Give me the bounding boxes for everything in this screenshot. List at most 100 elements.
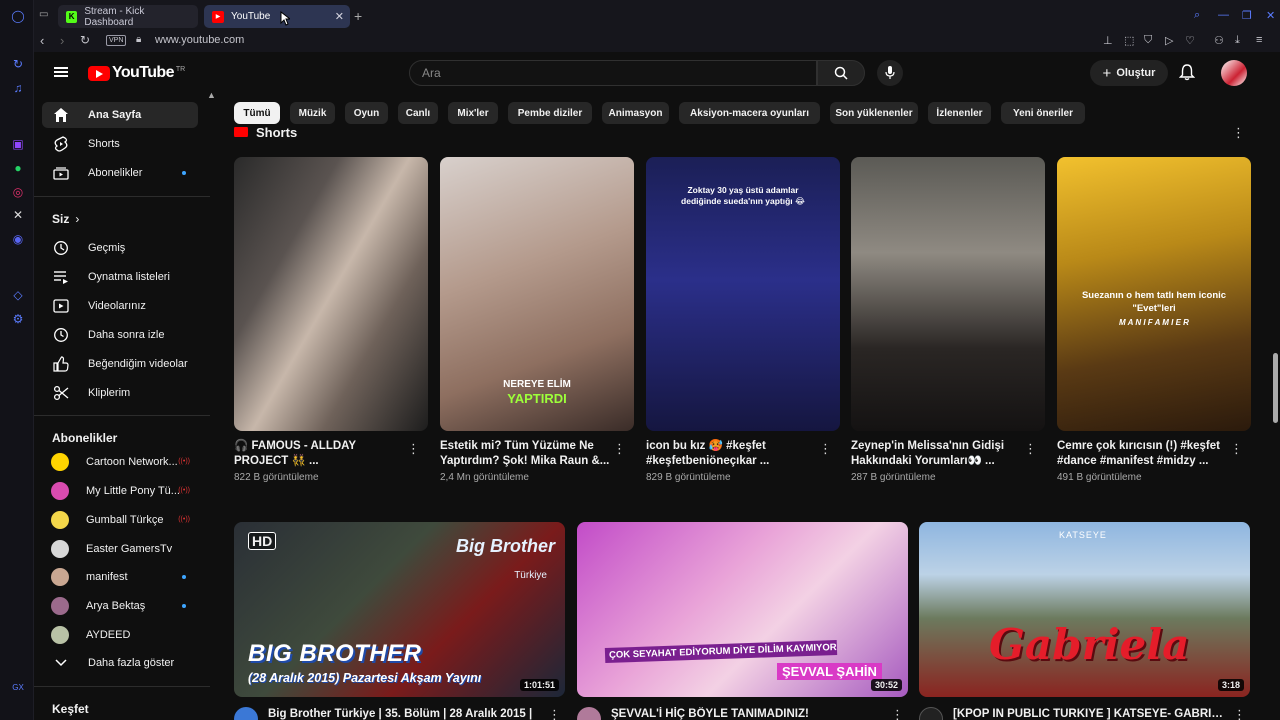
hamburger-menu-icon[interactable] bbox=[54, 67, 68, 77]
sidebar-item-home[interactable]: Ana Sayfa bbox=[42, 102, 198, 128]
shorts-more-icon[interactable]: ⋮ bbox=[1232, 125, 1245, 141]
sidebar-sub-channel[interactable]: My Little Pony Tü... ((•)) bbox=[42, 478, 198, 504]
chip[interactable]: Oyun bbox=[345, 102, 388, 124]
sidebar-item-your-videos[interactable]: Videolarınız bbox=[42, 293, 198, 319]
short-title[interactable]: Cemre çok kırıcısın (!) #keşfet #dance #… bbox=[1057, 439, 1229, 469]
account-icon[interactable]: ⚇ bbox=[1214, 34, 1224, 47]
short-card[interactable]: 🎧 FAMOUS - ALLDAY PROJECT 👯 ... 822 B gö… bbox=[234, 157, 428, 483]
video-card[interactable]: ÇOK SEYAHAT EDİYORUM DİYE DİLİM KAYMIYOR… bbox=[577, 522, 908, 720]
download-icon[interactable]: ⤓ bbox=[1235, 34, 1240, 47]
settings-icon[interactable]: ⚙ bbox=[10, 311, 26, 327]
chip[interactable]: Animasyon bbox=[602, 102, 669, 124]
minimize-icon[interactable]: — bbox=[1218, 9, 1229, 21]
more-options-icon[interactable]: ⋮ bbox=[1230, 441, 1243, 457]
short-thumbnail[interactable]: Suezanın o hem tatlı hem iconic "Evet"le… bbox=[1057, 157, 1251, 431]
chip[interactable]: Mix'ler bbox=[448, 102, 498, 124]
more-options-icon[interactable]: ⋮ bbox=[548, 707, 561, 720]
extensions-panel-icon[interactable]: ◇ bbox=[10, 287, 26, 303]
search-input[interactable] bbox=[410, 61, 816, 85]
sidebar-sub-channel[interactable]: manifest bbox=[42, 564, 198, 590]
player-play-icon[interactable]: ▷ bbox=[1165, 34, 1173, 47]
video-card[interactable]: HD Big Brother Türkiye BIG BROTHER (28 A… bbox=[234, 522, 565, 720]
more-options-icon[interactable]: ⋮ bbox=[613, 441, 626, 457]
video-title[interactable]: [KPOP IN PUBLIC TURKIYE ] KATSEYE- GABRI… bbox=[953, 707, 1223, 720]
snapshot-icon[interactable]: ⬚ bbox=[1124, 34, 1134, 47]
short-card[interactable]: Suezanın o hem tatlı hem iconic "Evet"le… bbox=[1057, 157, 1251, 483]
chip[interactable]: Müzik bbox=[290, 102, 335, 124]
lock-icon[interactable]: 🔒︎ bbox=[136, 34, 141, 45]
account-avatar[interactable] bbox=[1221, 60, 1247, 86]
maximize-icon[interactable]: ❐ bbox=[1242, 9, 1252, 22]
video-title[interactable]: Big Brother Türkiye | 35. Bölüm | 28 Ara… bbox=[268, 707, 538, 720]
sidebar-item-history[interactable]: Geçmiş bbox=[42, 235, 198, 261]
close-window-icon[interactable]: ✕ bbox=[1266, 9, 1275, 22]
sidebar-sub-channel[interactable]: Gumball Türkçe ((•)) bbox=[42, 507, 198, 533]
chip[interactable]: Canlı bbox=[398, 102, 438, 124]
tab-close-icon[interactable]: ✕ bbox=[335, 10, 344, 23]
sidebar-item-playlists[interactable]: Oynatma listeleri bbox=[42, 264, 198, 290]
tab-youtube[interactable]: ▶ YouTube ✕ bbox=[204, 5, 350, 28]
back-icon[interactable]: ‹ bbox=[40, 33, 44, 48]
create-button[interactable]: + Oluştur bbox=[1090, 60, 1168, 86]
sidebar-scroll-up-icon[interactable]: ▲ bbox=[207, 90, 216, 100]
chip[interactable]: Son yüklenenler bbox=[830, 102, 918, 124]
workspaces-icon[interactable]: ▭ bbox=[39, 9, 48, 20]
instagram-icon[interactable]: ◎ bbox=[10, 184, 26, 200]
video-card[interactable]: KATSEYE Gabriela 3:18 [KPOP IN PUBLIC TU… bbox=[919, 522, 1250, 720]
short-thumbnail[interactable]: Zoktay 30 yaş üstü adamlar dediğinde sue… bbox=[646, 157, 840, 431]
short-title[interactable]: icon bu kız 🥵 #keşfet #keşfetbeniöneçıka… bbox=[646, 439, 818, 469]
video-thumbnail[interactable]: ÇOK SEYAHAT EDİYORUM DİYE DİLİM KAYMIYOR… bbox=[577, 522, 908, 697]
player-icon[interactable]: ♫ bbox=[10, 80, 26, 96]
search-button[interactable] bbox=[817, 60, 865, 86]
search-tabs-icon[interactable]: ⌕ bbox=[1194, 9, 1200, 22]
short-title[interactable]: Zeynep'in Melissa'nın Gidişi Hakkındaki … bbox=[851, 439, 1023, 469]
short-thumbnail[interactable] bbox=[234, 157, 428, 431]
chip[interactable]: Tümü bbox=[234, 102, 280, 124]
shield-icon[interactable]: ⛉ bbox=[1144, 34, 1152, 47]
you-section-header[interactable]: Siz › bbox=[52, 212, 79, 226]
channel-avatar[interactable] bbox=[234, 707, 258, 720]
vpn-badge[interactable]: VPN bbox=[106, 35, 127, 46]
channel-avatar[interactable] bbox=[577, 707, 601, 720]
channel-avatar[interactable] bbox=[919, 707, 943, 720]
video-thumbnail[interactable]: KATSEYE Gabriela 3:18 bbox=[919, 522, 1250, 697]
forward-icon[interactable]: › bbox=[60, 33, 64, 48]
menu-icon[interactable]: ≡ bbox=[1256, 34, 1262, 46]
refresh-panel-icon[interactable]: ↻ bbox=[10, 56, 26, 72]
chip[interactable]: Aksiyon-macera oyunları bbox=[679, 102, 820, 124]
more-options-icon[interactable]: ⋮ bbox=[407, 441, 420, 457]
more-options-icon[interactable]: ⋮ bbox=[1024, 441, 1037, 457]
chip[interactable]: İzlenenler bbox=[928, 102, 991, 124]
sidebar-sub-channel[interactable]: Cartoon Network... ((•)) bbox=[42, 449, 198, 475]
sidebar-sub-channel[interactable]: Easter GamersTv bbox=[42, 536, 198, 562]
video-thumbnail[interactable]: HD Big Brother Türkiye BIG BROTHER (28 A… bbox=[234, 522, 565, 697]
gx-icon[interactable]: GX bbox=[10, 679, 26, 695]
short-thumbnail[interactable]: NEREYE ELİM YAPTIRDI bbox=[440, 157, 634, 431]
url-field[interactable]: www.youtube.com bbox=[155, 34, 244, 46]
chip[interactable]: Pembe diziler bbox=[508, 102, 592, 124]
pin-icon[interactable]: ⊥ bbox=[1103, 34, 1113, 47]
more-options-icon[interactable]: ⋮ bbox=[891, 707, 904, 720]
discord-icon[interactable]: ◉ bbox=[10, 231, 26, 247]
more-options-icon[interactable]: ⋮ bbox=[1233, 707, 1246, 720]
notifications-button[interactable] bbox=[1178, 64, 1196, 86]
heart-icon[interactable]: ♡ bbox=[1185, 34, 1195, 47]
voice-search-button[interactable] bbox=[877, 60, 903, 86]
sidebar-item-watch-later[interactable]: Daha sonra izle bbox=[42, 322, 198, 348]
chip[interactable]: Yeni öneriler bbox=[1001, 102, 1085, 124]
short-card[interactable]: Zoktay 30 yaş üstü adamlar dediğinde sue… bbox=[646, 157, 840, 483]
short-title[interactable]: 🎧 FAMOUS - ALLDAY PROJECT 👯 ... bbox=[234, 439, 406, 469]
sidebar-item-liked-videos[interactable]: Beğendiğim videolar bbox=[42, 351, 198, 377]
new-tab-button[interactable]: + bbox=[354, 8, 362, 24]
video-title[interactable]: ŞEVVAL'İ HİÇ BÖYLE TANIMADINIZ! bbox=[611, 707, 881, 720]
x-twitter-icon[interactable]: ✕ bbox=[10, 207, 26, 223]
youtube-logo[interactable]: YouTube TR bbox=[88, 64, 185, 82]
opera-logo-icon[interactable]: ◯ bbox=[10, 8, 26, 24]
page-scrollbar[interactable] bbox=[1273, 353, 1278, 423]
twitch-icon[interactable]: ▣ bbox=[10, 136, 26, 152]
sidebar-item-clips[interactable]: Kliplerim bbox=[42, 380, 198, 406]
short-card[interactable]: Zeynep'in Melissa'nın Gidişi Hakkındaki … bbox=[851, 157, 1045, 483]
whatsapp-icon[interactable]: ● bbox=[10, 160, 26, 176]
reload-icon[interactable]: ↻ bbox=[80, 33, 90, 47]
sidebar-item-subscriptions[interactable]: Abonelikler bbox=[42, 160, 198, 186]
